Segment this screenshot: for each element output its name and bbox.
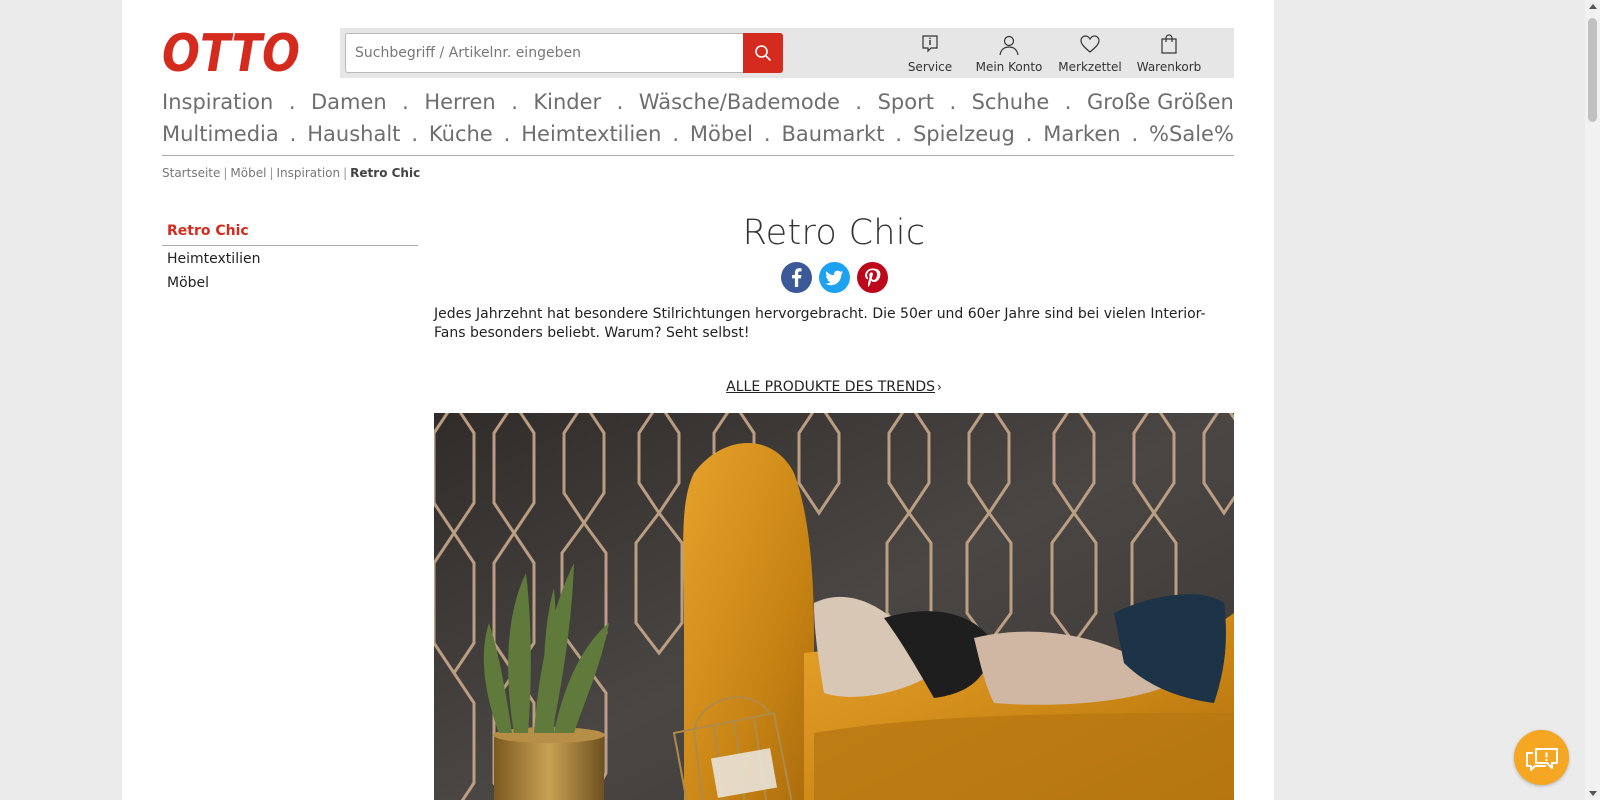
sidebar: Retro Chic Heimtextilien Möbel <box>162 216 418 294</box>
scroll-down-arrow-icon[interactable] <box>1589 791 1597 796</box>
nav-item-baumarkt[interactable]: Baumarkt <box>781 122 884 146</box>
nav-item-inspiration[interactable]: Inspiration <box>162 90 273 114</box>
nav-separator: . <box>672 122 680 146</box>
wishlist-label: Merkzettel <box>1058 60 1122 74</box>
nav-separator: . <box>855 90 863 114</box>
nav-separator: . <box>288 90 296 114</box>
heart-icon <box>1080 35 1100 53</box>
intro-text: Jedes Jahrzehnt hat besondere Stilrichtu… <box>434 306 1206 341</box>
chevron-right-icon: › <box>937 380 942 394</box>
hero-image-retro-sofa[interactable] <box>434 413 1234 800</box>
nav-item-moebel[interactable]: Möbel <box>690 122 753 146</box>
nav-item-haushalt[interactable]: Haushalt <box>307 122 400 146</box>
search-input[interactable] <box>345 33 743 73</box>
nav-separator: . <box>763 122 771 146</box>
otto-logo[interactable]: OTTO <box>162 27 302 75</box>
breadcrumb-separator: | <box>223 166 228 180</box>
breadcrumb-separator: | <box>269 166 274 180</box>
service-label: Service <box>907 60 953 74</box>
page-title: Retro Chic <box>742 213 926 253</box>
nav-item-waesche-bademode[interactable]: Wäsche/Bademode <box>639 90 840 114</box>
nav-item-kinder[interactable]: Kinder <box>533 90 601 114</box>
nav-separator: . <box>1025 122 1033 146</box>
account-label: Mein Konto <box>975 60 1043 74</box>
chat-button[interactable] <box>1514 730 1569 785</box>
nav-item-sport[interactable]: Sport <box>878 90 934 114</box>
nav-separator: . <box>289 122 297 146</box>
scroll-up-arrow-icon[interactable] <box>1589 4 1597 9</box>
share-buttons <box>434 262 1234 294</box>
nav-separator: . <box>511 90 518 114</box>
twitter-share-button[interactable] <box>818 262 850 293</box>
nav-separator: . <box>411 122 419 146</box>
twitter-icon <box>824 270 843 286</box>
nav-item-kueche[interactable]: Küche <box>429 122 493 146</box>
breadcrumb-current: Retro Chic <box>350 166 421 180</box>
nav-item-herren[interactable]: Herren <box>424 90 495 114</box>
wishlist-link[interactable]: Merkzettel <box>1058 34 1122 74</box>
facebook-icon <box>791 268 801 287</box>
sidebar-item-heimtextilien[interactable]: Heimtextilien <box>162 246 418 270</box>
breadcrumb-moebel[interactable]: Möbel <box>230 166 266 180</box>
nav-separator: . <box>616 90 624 114</box>
breadcrumb: Startseite | Möbel | Inspiration | Retro Chic <box>162 166 420 180</box>
nav-item-grosse-groessen[interactable]: Große Größen <box>1087 90 1234 114</box>
search-button[interactable] <box>743 33 783 73</box>
breadcrumb-inspiration[interactable]: Inspiration <box>277 166 341 180</box>
main-content: Retro Chic Jedes Jahrzehnt hat besondere… <box>434 210 1234 396</box>
page-scrollbar[interactable] <box>1585 0 1600 800</box>
nav-item-marken[interactable]: Marken <box>1043 122 1120 146</box>
nav-separator: . <box>503 122 511 146</box>
nav-item-heimtextilien[interactable]: Heimtextilien <box>521 122 661 146</box>
nav-item-spielzeug[interactable]: Spielzeug <box>913 122 1015 146</box>
chat-icon <box>1525 747 1558 771</box>
service-link[interactable]: Service <box>900 34 960 74</box>
cart-label: Warenkorb <box>1136 60 1202 74</box>
nav-item-multimedia[interactable]: Multimedia <box>162 122 279 146</box>
nav-item-damen[interactable]: Damen <box>311 90 387 114</box>
nav-separator: . <box>949 90 957 114</box>
cart-link[interactable]: Warenkorb <box>1136 34 1202 74</box>
info-icon <box>922 35 938 53</box>
nav-separator: . <box>1064 90 1072 114</box>
nav-separator: . <box>402 90 409 114</box>
main-navigation: Inspiration . Damen . Herren . Kinder . … <box>162 88 1234 156</box>
page-container: OTTO Service Mein Konto <box>122 0 1274 800</box>
pinterest-share-button[interactable] <box>856 262 888 293</box>
search-icon <box>755 45 771 61</box>
all-trend-products-link[interactable]: ALLE PRODUKTE DES TRENDS <box>726 379 935 395</box>
scrollbar-thumb[interactable] <box>1588 18 1597 122</box>
pinterest-icon <box>864 268 880 287</box>
logo-text: OTTO <box>162 27 300 75</box>
account-link[interactable]: Mein Konto <box>974 34 1044 74</box>
facebook-share-button[interactable] <box>780 262 812 293</box>
nav-item-sale[interactable]: %Sale% <box>1149 122 1234 146</box>
sidebar-title-retro-chic[interactable]: Retro Chic <box>162 216 418 246</box>
header-bar: Service Mein Konto Merkzettel Warenkorb <box>340 28 1234 78</box>
trend-link-container: ALLE PRODUKTE DES TRENDS › <box>434 376 1234 396</box>
nav-separator: . <box>1131 122 1139 146</box>
breadcrumb-separator: | <box>343 166 348 180</box>
nav-row-1: Inspiration . Damen . Herren . Kinder . … <box>162 90 1234 120</box>
nav-separator: . <box>895 122 903 146</box>
nav-item-schuhe[interactable]: Schuhe <box>972 90 1050 114</box>
user-icon <box>999 35 1019 56</box>
sidebar-item-moebel[interactable]: Möbel <box>162 270 418 294</box>
nav-row-2: Multimedia . Haushalt . Küche . Heimtext… <box>162 122 1234 152</box>
hero-illustration <box>434 413 1234 800</box>
breadcrumb-startseite[interactable]: Startseite <box>162 166 220 180</box>
shopping-bag-icon <box>1161 34 1177 54</box>
